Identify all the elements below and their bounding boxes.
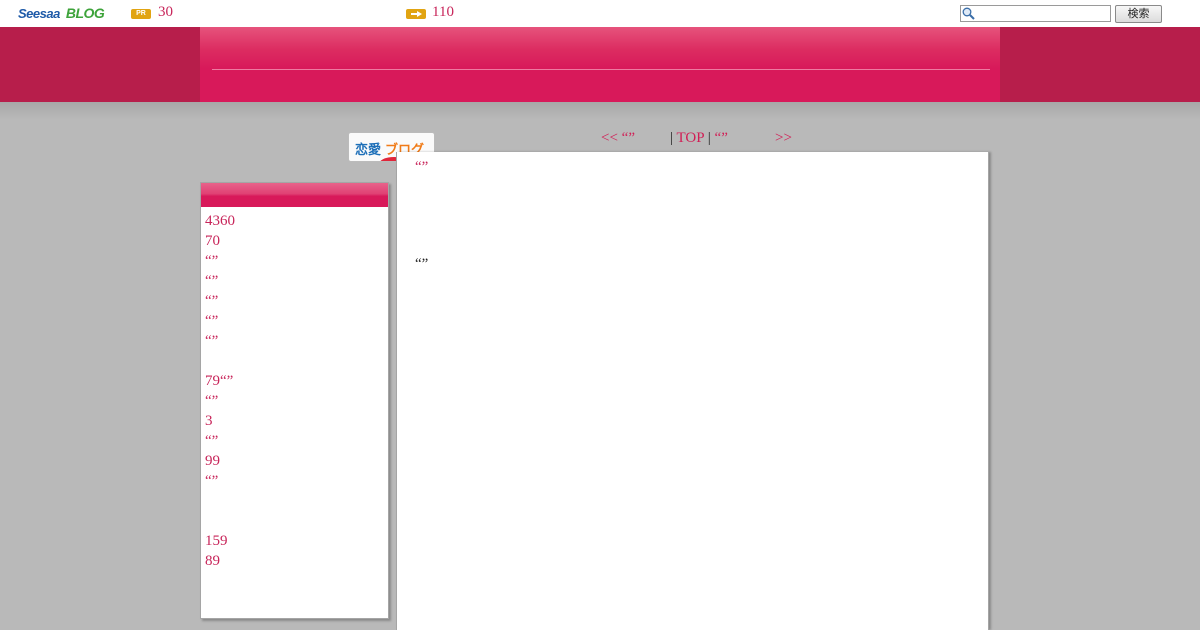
nav-center: | TOP | “”	[670, 130, 728, 147]
arrow-right-icon	[406, 9, 426, 19]
pr-badge: PR	[131, 9, 151, 19]
header-divider	[212, 69, 990, 70]
header-shadow	[0, 102, 1200, 120]
seesaa-blog-logo[interactable]: Seesaa BLOG	[18, 5, 105, 23]
banner-text-renai: 恋愛	[355, 143, 382, 158]
sidebar-item	[205, 351, 235, 371]
sidebar-item[interactable]: “”	[205, 271, 235, 291]
sidebar-item[interactable]: “”	[205, 251, 235, 271]
sidebar-item[interactable]: 99	[205, 451, 235, 471]
page: Seesaa BLOG PR 30 110 検索 恋愛 ブログ << “” | T…	[0, 0, 1200, 630]
mid-link[interactable]: “”	[715, 130, 728, 146]
post-body: “”	[415, 256, 429, 272]
sidebar-item[interactable]: 159	[205, 531, 235, 551]
sidebar-list: 4360 70 “” “” “” “” “” 79“” “” 3 “” 99 “…	[205, 211, 235, 571]
nav-separator: |	[670, 130, 674, 146]
sidebar-item[interactable]: “”	[205, 471, 235, 491]
main-content: “” “”	[396, 152, 989, 630]
search-input[interactable]	[960, 5, 1111, 22]
sidebar-item[interactable]: “”	[205, 291, 235, 311]
sidebar-item[interactable]: “”	[205, 311, 235, 331]
prev-post-link[interactable]: << “”	[601, 130, 635, 146]
nav-separator: |	[707, 130, 711, 146]
sidebar-item[interactable]: “”	[205, 431, 235, 451]
brand-name: Seesaa	[18, 6, 60, 21]
sidebar-item[interactable]: 4360	[205, 211, 235, 231]
sidebar-item[interactable]: 79“”	[205, 371, 235, 391]
prev-link-wrap: << “”	[601, 130, 635, 147]
sidebar-item	[205, 491, 235, 511]
next-post-link[interactable]: >>	[775, 130, 792, 146]
sidebar-header	[201, 183, 388, 207]
pr-count-link[interactable]: 30	[158, 4, 173, 21]
magnifier-icon	[962, 7, 975, 20]
brand-blog: BLOG	[65, 5, 105, 21]
sidebar: 4360 70 “” “” “” “” “” 79“” “” 3 “” 99 “…	[200, 182, 389, 619]
blog-header	[200, 27, 1000, 102]
sidebar-item[interactable]: 89	[205, 551, 235, 571]
post-title[interactable]: “”	[415, 159, 428, 176]
top-toolbar: Seesaa BLOG PR 30 110 検索	[0, 0, 1200, 27]
sidebar-item[interactable]: 3	[205, 411, 235, 431]
top-link[interactable]: TOP	[677, 130, 705, 146]
sidebar-item[interactable]: 70	[205, 231, 235, 251]
sidebar-item	[205, 511, 235, 531]
search-button[interactable]: 検索	[1115, 5, 1162, 23]
sidebar-item[interactable]: “”	[205, 391, 235, 411]
next-link-wrap: >>	[775, 130, 792, 147]
sidebar-item[interactable]: “”	[205, 331, 235, 351]
arrow-count-link[interactable]: 110	[432, 4, 454, 21]
